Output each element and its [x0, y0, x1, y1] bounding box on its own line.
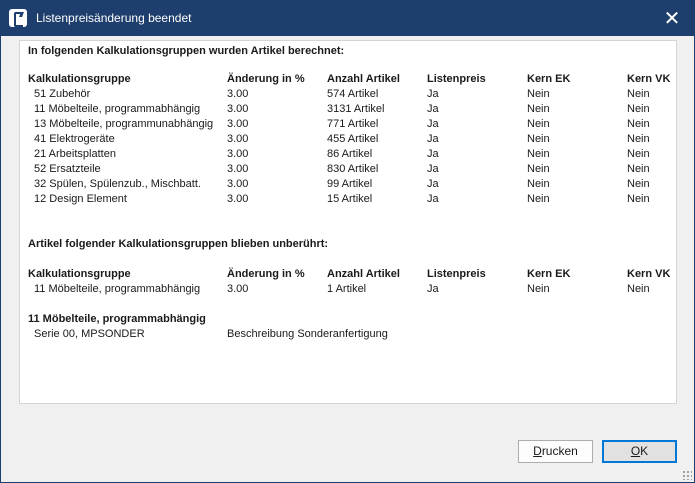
cell-core-vk: Nein — [627, 103, 650, 115]
cell-group: 32 Spülen, Spülenzub., Mischbatt. — [34, 178, 201, 190]
cell-group: 12 Design Element — [34, 193, 127, 205]
cell-group: 11 Möbelteile, programmabhängig — [34, 283, 201, 295]
cell-core-ek: Nein — [527, 163, 550, 175]
close-button[interactable]: ✕ — [649, 0, 695, 36]
cell-change: 3.00 — [227, 118, 249, 130]
cell-core-ek: Nein — [527, 118, 550, 130]
cell-count: 574 Artikel — [327, 88, 379, 100]
column-header-group: Kalkulationsgruppe — [28, 73, 131, 85]
cell-series: Serie 00, MPSONDER — [34, 328, 145, 340]
table-row: 11 Möbelteile, programmabhängig 3.00 1 A… — [20, 283, 676, 298]
column-header-core-ek: Kern EK — [527, 268, 571, 280]
cell-core-vk: Nein — [627, 133, 650, 145]
table-header: Kalkulationsgruppe Änderung in % Anzahl … — [20, 268, 676, 283]
column-header-list-price: Listenpreis — [427, 268, 486, 280]
result-panel: In folgenden Kalkulationsgruppen wurden … — [19, 40, 677, 404]
table-row: 21 Arbeitsplatten 3.00 86 Artikel Ja Nei… — [20, 148, 676, 163]
table-row: 41 Elektrogeräte 3.00 455 Artikel Ja Nei… — [20, 133, 676, 148]
cell-change: 3.00 — [227, 178, 249, 190]
app-logo-icon — [9, 9, 27, 27]
cell-count: 1 Artikel — [327, 283, 367, 295]
cell-list-price: Ja — [427, 193, 439, 205]
print-button[interactable]: Drucken — [518, 440, 593, 463]
cell-count: 15 Artikel — [327, 193, 373, 205]
cell-change: 3.00 — [227, 283, 249, 295]
cell-list-price: Ja — [427, 88, 439, 100]
column-header-list-price: Listenpreis — [427, 73, 486, 85]
cell-count: 455 Artikel — [327, 133, 379, 145]
resize-grip[interactable] — [682, 470, 692, 480]
cell-core-ek: Nein — [527, 178, 550, 190]
table-row: 51 Zubehör 3.00 574 Artikel Ja Nein Nein — [20, 88, 676, 103]
cell-core-ek: Nein — [527, 283, 550, 295]
table-row: 13 Möbelteile, programmunabhängig 3.00 7… — [20, 118, 676, 133]
column-header-core-vk: Kern VK — [627, 73, 671, 85]
cell-count: 3131 Artikel — [327, 103, 385, 115]
column-header-core-vk: Kern VK — [627, 268, 671, 280]
cell-change: 3.00 — [227, 88, 249, 100]
list-item: Serie 00, MPSONDER Beschreibung Sonderan… — [20, 328, 676, 343]
cell-change: 3.00 — [227, 148, 249, 160]
table-row: 12 Design Element 3.00 15 Artikel Ja Nei… — [20, 193, 676, 208]
table-header: Kalkulationsgruppe Änderung in % Anzahl … — [20, 73, 676, 88]
cell-change: 3.00 — [227, 103, 249, 115]
cell-count: 830 Artikel — [327, 163, 379, 175]
cell-core-ek: Nein — [527, 88, 550, 100]
cell-core-ek: Nein — [527, 133, 550, 145]
window-border — [0, 36, 1, 483]
table-row: 32 Spülen, Spülenzub., Mischbatt. 3.00 9… — [20, 178, 676, 193]
cell-list-price: Ja — [427, 163, 439, 175]
cell-change: 3.00 — [227, 193, 249, 205]
cell-core-vk: Nein — [627, 163, 650, 175]
cell-count: 771 Artikel — [327, 118, 379, 130]
cell-core-vk: Nein — [627, 148, 650, 160]
cell-group: 51 Zubehör — [34, 88, 91, 100]
cell-count: 86 Artikel — [327, 148, 373, 160]
cell-core-vk: Nein — [627, 118, 650, 130]
cell-change: 3.00 — [227, 133, 249, 145]
cell-list-price: Ja — [427, 133, 439, 145]
cell-group: 52 Ersatzteile — [34, 163, 101, 175]
section-heading-group-detail: 11 Möbelteile, programmabhängig — [28, 313, 206, 325]
table-row: 52 Ersatzteile 3.00 830 Artikel Ja Nein … — [20, 163, 676, 178]
cell-core-vk: Nein — [627, 193, 650, 205]
column-header-change: Änderung in % — [227, 73, 305, 85]
ok-label: K — [640, 444, 649, 458]
cell-change: 3.00 — [227, 163, 249, 175]
cell-core-ek: Nein — [527, 193, 550, 205]
cell-list-price: Ja — [427, 118, 439, 130]
cell-group: 21 Arbeitsplatten — [34, 148, 116, 160]
title-bar: Listenpreisänderung beendet ✕ — [0, 0, 695, 36]
cell-count: 99 Artikel — [327, 178, 373, 190]
cell-group: 11 Möbelteile, programmabhängig — [34, 103, 201, 115]
cell-core-vk: Nein — [627, 283, 650, 295]
cell-list-price: Ja — [427, 178, 439, 190]
column-header-change: Änderung in % — [227, 268, 305, 280]
section-heading-calculated: In folgenden Kalkulationsgruppen wurden … — [28, 45, 345, 57]
cell-core-vk: Nein — [627, 88, 650, 100]
cell-core-ek: Nein — [527, 103, 550, 115]
section-heading-untouched: Artikel folgender Kalkulationsgruppen bl… — [28, 238, 329, 250]
cell-list-price: Ja — [427, 283, 439, 295]
cell-description: Beschreibung Sonderanfertigung — [227, 328, 388, 340]
column-header-core-ek: Kern EK — [527, 73, 571, 85]
cell-core-vk: Nein — [627, 178, 650, 190]
print-mnemonic: D — [533, 444, 542, 458]
ok-mnemonic: O — [630, 444, 641, 458]
cell-group: 41 Elektrogeräte — [34, 133, 115, 145]
table-row: 11 Möbelteile, programmabhängig 3.00 313… — [20, 103, 676, 118]
column-header-count: Anzahl Artikel — [327, 73, 400, 85]
window-title: Listenpreisänderung beendet — [36, 11, 192, 25]
column-header-group: Kalkulationsgruppe — [28, 268, 131, 280]
cell-group: 13 Möbelteile, programmunabhängig — [34, 118, 214, 130]
cell-core-ek: Nein — [527, 148, 550, 160]
ok-button[interactable]: OK — [602, 440, 677, 463]
cell-list-price: Ja — [427, 148, 439, 160]
column-header-count: Anzahl Artikel — [327, 268, 400, 280]
print-label: rucken — [541, 444, 578, 458]
cell-list-price: Ja — [427, 103, 439, 115]
